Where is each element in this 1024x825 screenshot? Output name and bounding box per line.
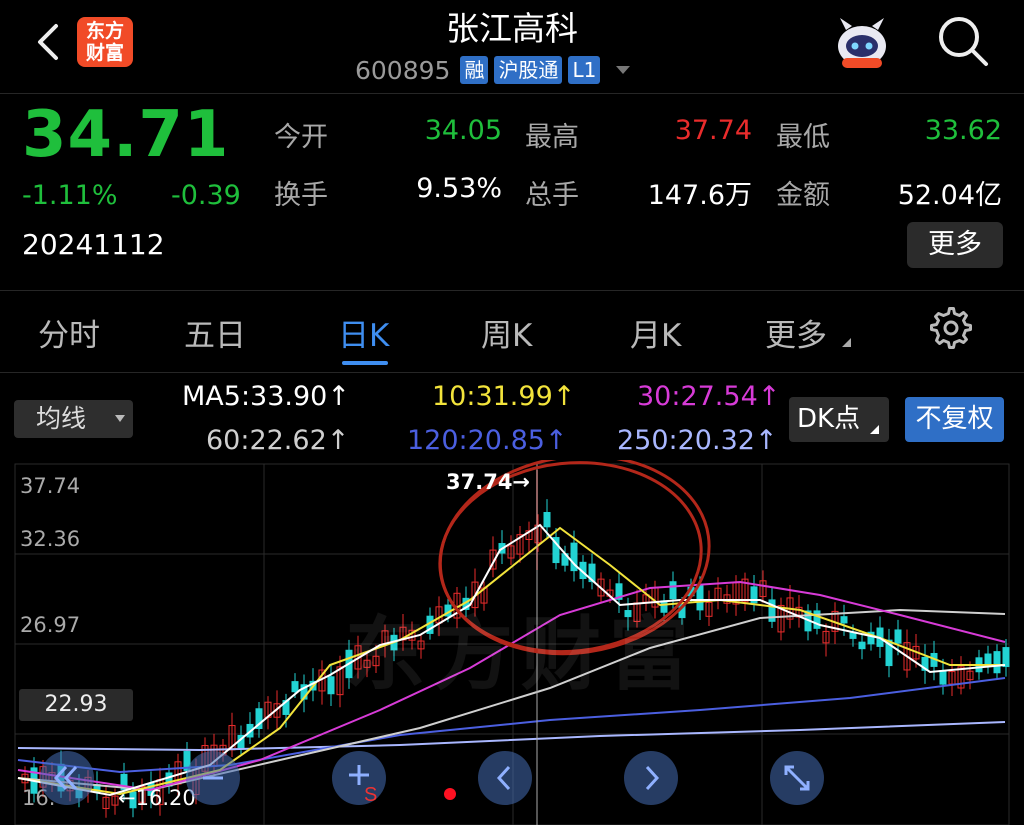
high-value: 37.74 (674, 115, 752, 146)
candle-body (939, 670, 947, 685)
chevron-down-icon (115, 415, 125, 422)
chevron-right-icon (645, 765, 660, 791)
candle-body (993, 651, 1001, 674)
stock-code-row[interactable]: 600895 融 沪股通 L1 (355, 54, 631, 86)
change-percent: -1.11% (22, 180, 118, 211)
dk-corner-icon (870, 425, 879, 434)
prev-button[interactable] (478, 751, 532, 805)
tag-level: L1 (568, 56, 601, 84)
candle-body (291, 681, 299, 693)
divider (0, 290, 1024, 291)
minus-button[interactable] (186, 751, 240, 805)
candle-body (813, 610, 821, 629)
adjustment-button[interactable]: 不复权 (905, 397, 1004, 442)
ma60-value: 60:22.62↑ (206, 425, 350, 456)
tab-daily-k[interactable]: 日K (338, 310, 389, 355)
y-label-3: 26.97 (20, 613, 81, 637)
ma120-value: 120:20.85↑ (407, 425, 568, 456)
double-chevron-left-icon (53, 765, 78, 791)
ma5-value: MA5:33.90↑ (182, 381, 350, 412)
tag-margin: 融 (460, 56, 489, 84)
active-tab-indicator (342, 361, 388, 365)
ma250-line (17, 721, 1006, 752)
robot-assistant-icon[interactable] (832, 14, 892, 72)
low-value: 33.62 (924, 115, 1002, 146)
tab-monthly-k[interactable]: 月K (630, 310, 681, 355)
ma250-value: 250:20.32↑ (617, 425, 778, 456)
open-label: 今开 (274, 122, 328, 153)
search-icon[interactable] (934, 12, 992, 70)
amount-value: 52.04亿 (897, 180, 1002, 211)
y-crosshair-price: 22.93 (19, 689, 133, 721)
minus-icon (203, 776, 223, 780)
next-button[interactable] (624, 751, 678, 805)
plus-button[interactable]: S (332, 751, 386, 806)
quote-date: 20241112 (22, 228, 165, 261)
candle-body (543, 512, 551, 528)
tab-intraday[interactable]: 分时 (38, 310, 100, 355)
peak-price-label: 37.74→ (446, 470, 531, 494)
candle-body (327, 676, 335, 695)
tab-more[interactable]: 更多 (765, 310, 827, 355)
low-label: 最低 (776, 122, 830, 153)
candle-body (840, 616, 848, 624)
expand-icon (784, 765, 810, 791)
dk-point-button[interactable]: DK点 (789, 397, 889, 442)
plus-icon: S (349, 765, 377, 806)
gear-icon[interactable] (930, 307, 972, 349)
tab-five-day[interactable]: 五日 (184, 310, 246, 355)
ma10-value: 10:31.99↑ (432, 381, 576, 412)
amount-label: 金额 (776, 180, 830, 211)
high-label: 最高 (525, 122, 579, 153)
candle-body (984, 653, 992, 665)
divider (0, 93, 1024, 94)
fullscreen-button[interactable] (770, 751, 824, 805)
turnover-label: 换手 (274, 180, 328, 211)
ma30-value: 30:27.54↑ (637, 381, 781, 412)
candle-body (1002, 647, 1010, 668)
more-tab-corner-icon (842, 338, 851, 347)
watermark: 东方财富 (345, 608, 697, 701)
code-dropdown-icon[interactable] (616, 66, 631, 74)
candle-body (696, 585, 704, 611)
tag-stock-connect: 沪股通 (494, 56, 563, 84)
volume-value: 147.6万 (647, 180, 752, 211)
volume-label: 总手 (525, 180, 579, 211)
red-dot-icon (444, 788, 456, 800)
y-label-2: 32.36 (20, 527, 81, 551)
stock-code: 600895 (355, 55, 451, 85)
open-value: 34.05 (424, 115, 502, 146)
zoom-out-button[interactable] (40, 751, 94, 805)
change-amount: -0.39 (171, 180, 241, 211)
quote-more-button[interactable]: 更多 (907, 222, 1003, 268)
candle-body (858, 641, 866, 650)
tab-weekly-k[interactable]: 周K (481, 310, 532, 355)
y-label-top: 37.74 (20, 474, 81, 498)
candle-body (894, 629, 902, 644)
chevron-left-icon (496, 765, 511, 791)
current-price: 34.71 (22, 98, 230, 172)
low-price-label: ←16.20 (118, 786, 196, 810)
divider (0, 372, 1024, 373)
svg-text:S: S (364, 784, 377, 805)
turnover-value: 9.53% (416, 173, 502, 204)
